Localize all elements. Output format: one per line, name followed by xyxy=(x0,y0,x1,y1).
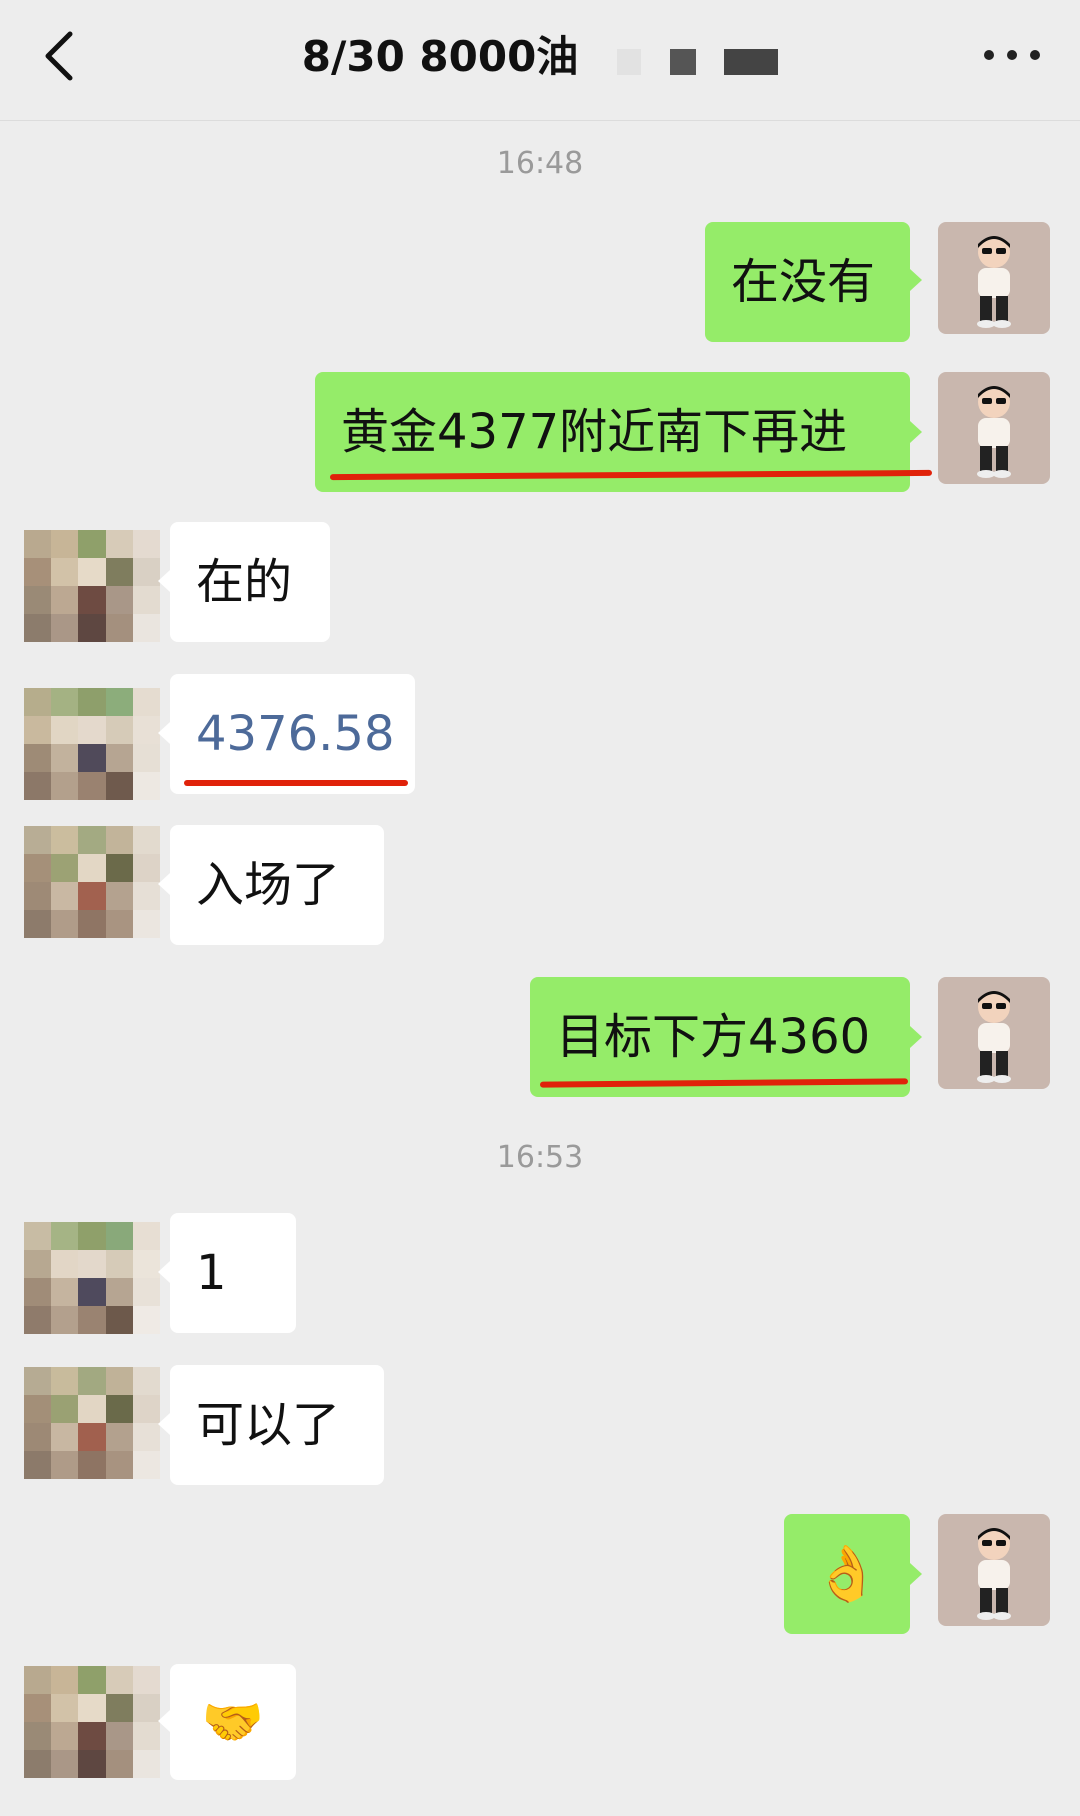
timestamp: 16:53 xyxy=(496,1140,584,1175)
pixelated-avatar xyxy=(24,826,160,938)
my-avatar[interactable] xyxy=(938,372,1050,484)
bubble-tail xyxy=(910,421,922,443)
message-text: 1 xyxy=(196,1245,227,1301)
contact-avatar[interactable] xyxy=(24,1367,160,1479)
contact-avatar[interactable] xyxy=(24,1222,160,1334)
pixelated-avatar xyxy=(24,1222,160,1334)
message-text: 黄金4377附近南下再进 xyxy=(341,404,848,460)
red-underline-annotation xyxy=(184,780,408,786)
message-text: 目标下方4360 xyxy=(556,1009,871,1065)
bubble-tail xyxy=(910,1563,922,1585)
more-options-icon[interactable] xyxy=(984,50,1040,62)
bubble-tail xyxy=(158,570,170,592)
timestamp: 16:48 xyxy=(496,146,584,181)
handshake-emoji: 🤝 xyxy=(201,1693,265,1751)
contact-avatar[interactable] xyxy=(24,688,160,800)
bubble-tail xyxy=(910,269,922,291)
my-avatar[interactable] xyxy=(938,222,1050,334)
pixelated-avatar xyxy=(24,688,160,800)
contact-avatar[interactable] xyxy=(24,1666,160,1778)
cartoon-boy-icon xyxy=(977,386,1011,478)
chat-header: 8/30 8000油 xyxy=(0,0,1080,121)
cartoon-boy-icon xyxy=(977,1528,1011,1620)
my-avatar[interactable] xyxy=(938,1514,1050,1626)
message-bubble-contact[interactable]: 1 xyxy=(170,1213,296,1333)
chat-title: 8/30 8000油 xyxy=(0,32,1080,85)
cartoon-boy-icon xyxy=(977,991,1011,1083)
message-text: 在的 xyxy=(196,554,293,610)
bubble-tail xyxy=(158,722,170,744)
pixelated-avatar xyxy=(24,1367,160,1479)
message-bubble-me[interactable]: 👌 xyxy=(784,1514,910,1634)
message-bubble-contact[interactable]: 入场了 xyxy=(170,825,384,945)
message-text-number[interactable]: 4376.58 xyxy=(196,706,395,762)
redacted-title-mask xyxy=(603,35,779,85)
message-bubble-contact[interactable]: 在的 xyxy=(170,522,330,642)
bubble-tail xyxy=(158,1413,170,1435)
message-bubble-me[interactable]: 在没有 xyxy=(705,222,910,342)
message-text: 在没有 xyxy=(731,254,876,310)
bubble-tail xyxy=(158,1261,170,1283)
bubble-tail xyxy=(910,1026,922,1048)
bubble-tail xyxy=(158,1710,170,1732)
my-avatar[interactable] xyxy=(938,977,1050,1089)
pixelated-avatar xyxy=(24,530,160,642)
cartoon-boy-icon xyxy=(977,236,1011,328)
message-text: 入场了 xyxy=(196,857,341,913)
ok-hand-emoji: 👌 xyxy=(813,1542,881,1605)
contact-avatar[interactable] xyxy=(24,530,160,642)
message-bubble-contact[interactable]: 🤝 xyxy=(170,1664,296,1780)
chat-title-text: 8/30 8000油 xyxy=(301,32,579,81)
message-bubble-contact[interactable]: 4376.58 xyxy=(170,674,415,794)
message-bubble-contact[interactable]: 可以了 xyxy=(170,1365,384,1485)
bubble-tail xyxy=(158,873,170,895)
message-text: 可以了 xyxy=(196,1397,341,1453)
pixelated-avatar xyxy=(24,1666,160,1778)
contact-avatar[interactable] xyxy=(24,826,160,938)
